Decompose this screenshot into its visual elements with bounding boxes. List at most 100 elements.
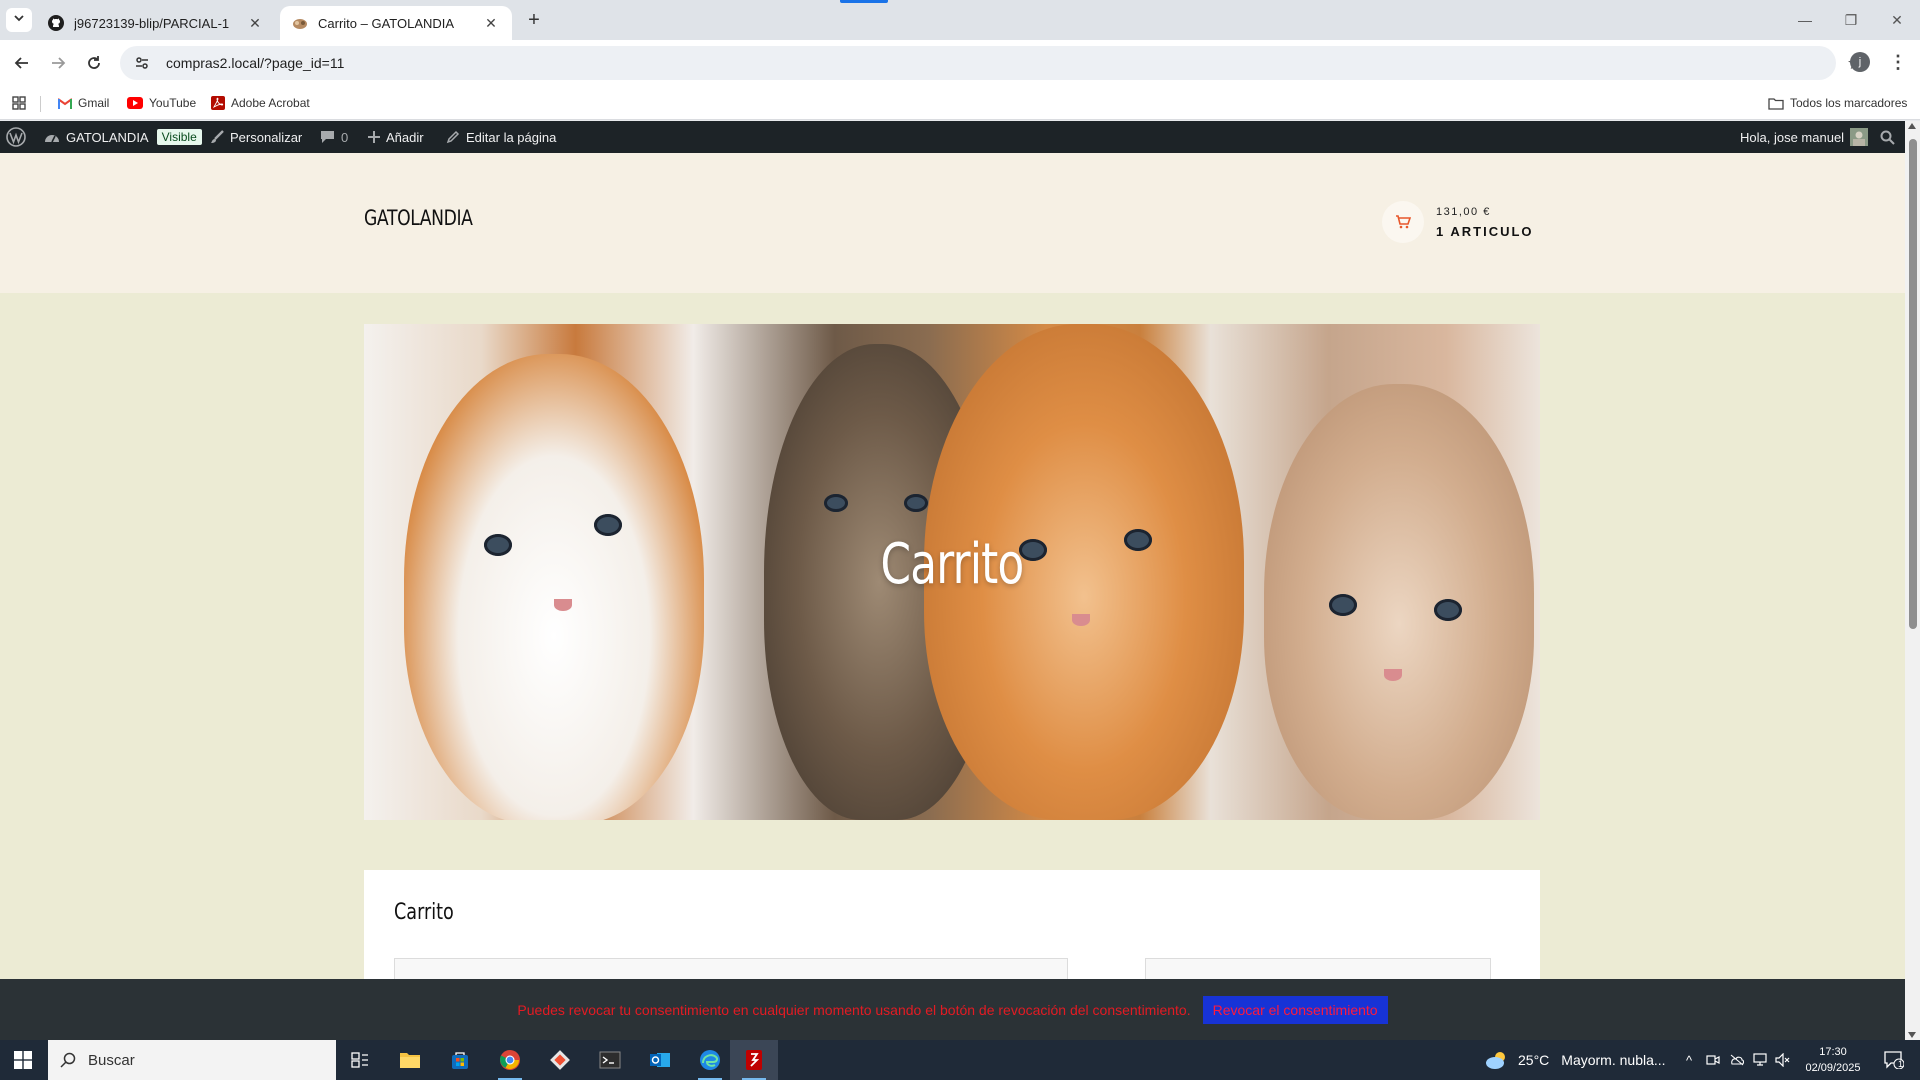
- wordpress-logo-icon[interactable]: [6, 121, 26, 153]
- tab-title: j96723139-blip/PARCIAL-1: [74, 15, 230, 31]
- kitten-eye: [1329, 594, 1357, 616]
- edge-browser-icon[interactable]: [686, 1040, 734, 1080]
- folder-icon: [1768, 97, 1784, 110]
- activity-indicator: [840, 0, 888, 3]
- pencil-icon: [446, 130, 460, 144]
- wp-comments[interactable]: 0: [320, 121, 348, 153]
- kitten-illustration: [1264, 384, 1534, 820]
- hero-title: Carrito: [880, 532, 1025, 597]
- browser-tab-strip: j96723139-blip/PARCIAL-1 ✕ Carrito – GAT…: [0, 0, 1920, 40]
- close-window-icon[interactable]: ✕: [1874, 0, 1920, 40]
- page-scrollbar[interactable]: [1905, 121, 1920, 1040]
- greeting-text: Hola, jose manuel: [1740, 129, 1845, 145]
- address-bar[interactable]: compras2.local/?page_id=11: [120, 46, 1836, 80]
- store-icon[interactable]: [436, 1040, 484, 1080]
- weather-description: Mayorm. nubla...: [1561, 1052, 1666, 1068]
- site-title[interactable]: GATOLANDIA: [364, 206, 473, 230]
- comment-bubble-icon: [320, 130, 335, 144]
- bookmark-label: Adobe Acrobat: [231, 96, 310, 110]
- scroll-up-arrow-icon[interactable]: [1908, 123, 1916, 129]
- notification-center-icon[interactable]: 1: [1874, 1040, 1914, 1080]
- wp-customize[interactable]: Personalizar: [210, 121, 302, 153]
- forward-arrow-icon[interactable]: [44, 49, 72, 77]
- close-icon[interactable]: ✕: [246, 14, 264, 32]
- wp-admin-bar: GATOLANDIA Visible Personalizar 0 Añadir…: [0, 121, 1905, 153]
- youtube-icon: [127, 97, 143, 109]
- kitten-nose: [1384, 669, 1402, 681]
- onedrive-offline-icon[interactable]: [1726, 1040, 1748, 1080]
- windows-start-icon[interactable]: [0, 1040, 46, 1080]
- cloud-sun-icon: [1484, 1050, 1510, 1070]
- file-explorer-icon[interactable]: [386, 1040, 434, 1080]
- volume-muted-icon[interactable]: [1772, 1040, 1794, 1080]
- scroll-thumb[interactable]: [1909, 139, 1917, 629]
- revoke-consent-button[interactable]: Revocar el consentimiento: [1202, 995, 1388, 1024]
- profile-avatar[interactable]: j: [1850, 52, 1870, 72]
- taskbar-search[interactable]: Buscar: [48, 1040, 336, 1080]
- tab-github[interactable]: j96723139-blip/PARCIAL-1 ✕: [36, 6, 276, 40]
- kitten-nose: [1072, 614, 1090, 626]
- cart-widget[interactable]: 131,00 € 1 ARTICULO: [1382, 201, 1534, 243]
- weather-temperature: 25°C: [1518, 1052, 1550, 1068]
- cart-item-count: 1 ARTICULO: [1436, 223, 1534, 239]
- page-heading: Carrito: [394, 900, 454, 925]
- chevron-up-icon[interactable]: ^: [1678, 1040, 1700, 1080]
- back-arrow-icon[interactable]: [8, 49, 36, 77]
- kitten-eye: [824, 494, 848, 512]
- reload-icon[interactable]: [80, 49, 108, 77]
- bookmark-acrobat[interactable]: Adobe Acrobat: [211, 94, 310, 112]
- bookmark-label: Gmail: [78, 96, 110, 110]
- url-text: compras2.local/?page_id=11: [166, 55, 345, 71]
- site-settings-icon[interactable]: [132, 53, 152, 73]
- kitten-eye: [1434, 599, 1462, 621]
- consent-message: Puedes revocar tu consentimiento en cual…: [517, 1001, 1191, 1018]
- scroll-down-arrow-icon[interactable]: [1908, 1032, 1916, 1038]
- cart-icon: [1382, 201, 1424, 243]
- minimize-icon[interactable]: —: [1782, 0, 1828, 40]
- brush-icon: [210, 130, 224, 144]
- search-icon[interactable]: [1880, 121, 1895, 153]
- edit-page-label: Editar la página: [466, 129, 557, 145]
- filezilla-icon[interactable]: [730, 1040, 778, 1080]
- apps-grid-icon[interactable]: [12, 94, 26, 112]
- kitten-eye: [904, 494, 928, 512]
- chrome-icon[interactable]: [486, 1040, 534, 1080]
- dashboard-icon: [44, 130, 60, 144]
- bookmark-gmail[interactable]: Gmail: [58, 94, 109, 112]
- browser-menu-icon[interactable]: ⋮: [1886, 50, 1910, 74]
- close-icon[interactable]: ✕: [482, 14, 500, 32]
- bookmark-separator: [40, 96, 41, 112]
- all-bookmarks-label: Todos los marcadores: [1790, 96, 1908, 110]
- wp-site-name: GATOLANDIA: [66, 129, 149, 145]
- wp-add-new[interactable]: Añadir: [368, 121, 424, 153]
- chevron-down-icon: [13, 11, 25, 29]
- git-icon[interactable]: [536, 1040, 584, 1080]
- bookmark-label: YouTube: [149, 96, 197, 110]
- wp-my-account[interactable]: Hola, jose manuel: [1740, 121, 1869, 153]
- github-icon: [48, 15, 64, 31]
- terminal-icon[interactable]: [586, 1040, 634, 1080]
- tab-search-button[interactable]: [6, 8, 32, 32]
- hero-banner: Carrito: [364, 324, 1540, 820]
- task-view-icon[interactable]: [336, 1040, 384, 1080]
- outlook-icon[interactable]: [636, 1040, 684, 1080]
- network-icon[interactable]: [1750, 1040, 1772, 1080]
- user-avatar: [1850, 128, 1869, 146]
- page-viewport: GATOLANDIA 131,00 € 1 ARTICULO Carrito C…: [0, 153, 1905, 1040]
- restore-icon[interactable]: ❐: [1828, 0, 1874, 40]
- bookmark-youtube[interactable]: YouTube: [127, 94, 196, 112]
- new-tab-button[interactable]: +: [520, 8, 548, 32]
- wp-edit-page[interactable]: Editar la página: [446, 121, 556, 153]
- wp-site-menu[interactable]: GATOLANDIA Visible: [44, 121, 202, 153]
- site-favicon: [292, 15, 308, 31]
- notification-count: 1: [1898, 1059, 1904, 1069]
- weather-widget[interactable]: 25°C Mayorm. nubla...: [1484, 1040, 1666, 1080]
- acrobat-icon: [211, 96, 225, 110]
- tab-carrito[interactable]: Carrito – GATOLANDIA ✕: [280, 6, 512, 40]
- visibility-badge: Visible: [156, 129, 202, 145]
- system-clock[interactable]: 17:30 02/09/2025: [1798, 1044, 1868, 1076]
- meet-now-icon[interactable]: [1702, 1040, 1724, 1080]
- customize-label: Personalizar: [230, 129, 303, 145]
- all-bookmarks[interactable]: Todos los marcadores: [1768, 94, 1907, 112]
- consent-banner: Puedes revocar tu consentimiento en cual…: [0, 979, 1905, 1040]
